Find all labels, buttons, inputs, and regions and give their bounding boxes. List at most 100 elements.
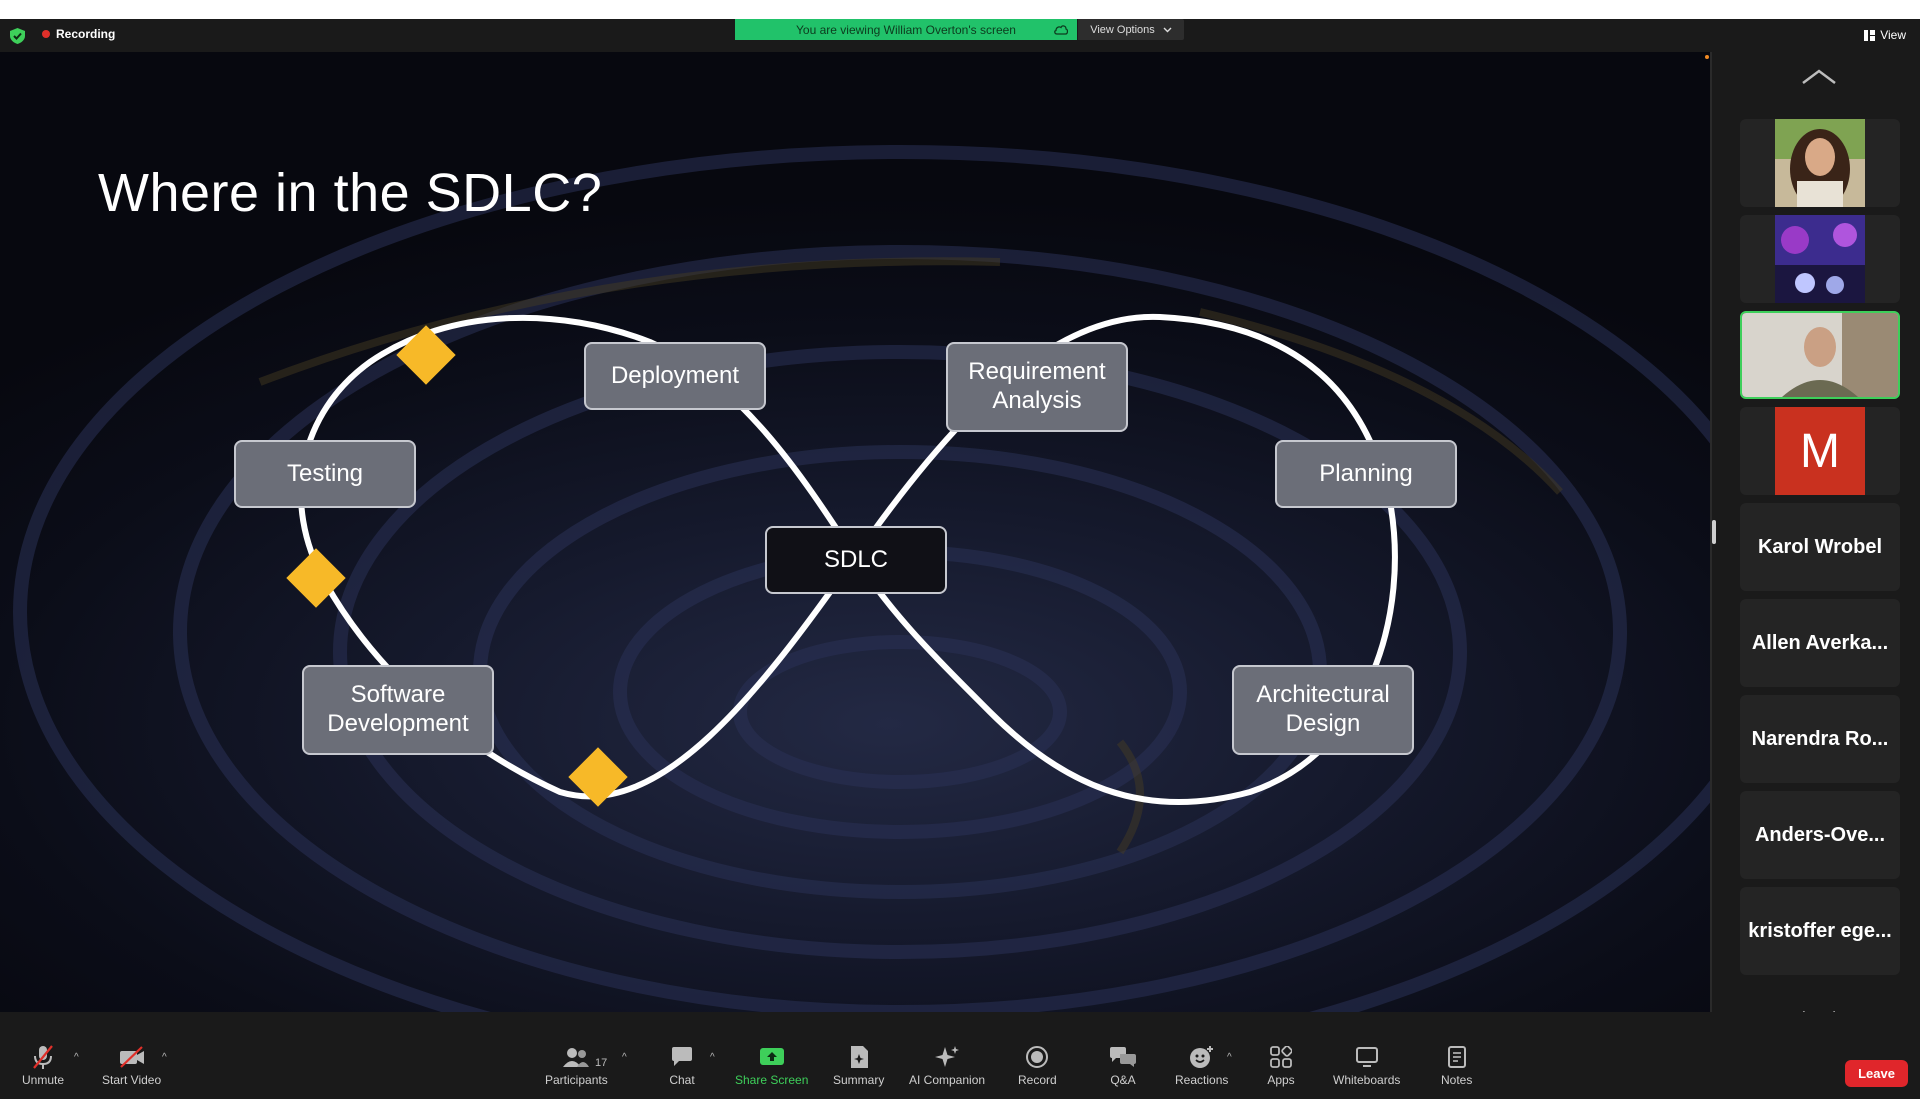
- participant-name: kristoffer ege...: [1748, 919, 1892, 942]
- record-icon: [1026, 1046, 1049, 1068]
- participant-tile[interactable]: Allen Averka...: [1740, 599, 1900, 687]
- viewing-screen-text: You are viewing William Overton's screen: [796, 22, 1016, 37]
- chat-bubble-icon: [672, 1047, 692, 1066]
- share-screen-icon: [759, 1048, 784, 1065]
- view-options-dropdown[interactable]: View Options: [1078, 19, 1184, 40]
- participants-options-caret[interactable]: ^: [622, 1052, 627, 1063]
- participants-icon: [563, 1048, 590, 1067]
- stage-software-line2: Development: [327, 710, 469, 737]
- reactions-emoji-icon: [1189, 1046, 1213, 1068]
- start-video-label: Start Video: [102, 1073, 162, 1087]
- apps-label: Apps: [1267, 1073, 1295, 1087]
- chat-options-caret[interactable]: ^: [710, 1052, 715, 1063]
- meeting-toolbar: Unmute ^ Start Video ^ Participants 17 ^: [0, 1012, 1920, 1099]
- recording-label: Recording: [56, 27, 116, 41]
- summary-label: Summary: [833, 1073, 885, 1087]
- notes-button[interactable]: Notes: [1441, 1044, 1472, 1087]
- stage-sdlc-center: SDLC: [765, 526, 947, 594]
- apps-grid-icon: [1270, 1046, 1292, 1068]
- participant-name: Anders-Ove...: [1754, 823, 1886, 846]
- cloud-icon: [1054, 25, 1069, 35]
- participant-video-woman: [1775, 119, 1865, 207]
- sdlc-center-label: SDLC: [823, 545, 889, 573]
- activity-dot: [1705, 55, 1709, 59]
- qa-label: Q&A: [1110, 1073, 1136, 1087]
- reactions-options-caret[interactable]: ^: [1227, 1052, 1232, 1063]
- video-options-caret[interactable]: ^: [162, 1052, 167, 1063]
- stage-requirement-line1: Requirement: [968, 358, 1106, 386]
- meeting-top-bar: Recording You are viewing William Overto…: [0, 19, 1920, 52]
- share-screen-button[interactable]: Share Screen: [735, 1044, 808, 1087]
- video-camera-off-icon: [119, 1046, 144, 1068]
- gallery-scroll-up-icon[interactable]: [1800, 68, 1838, 86]
- notes-label: Notes: [1441, 1073, 1473, 1087]
- summary-button[interactable]: Summary: [833, 1044, 884, 1087]
- apps-button[interactable]: Apps: [1267, 1044, 1295, 1087]
- ai-sparkle-icon: [935, 1046, 960, 1067]
- participant-tile[interactable]: Karol Wrobel: [1740, 503, 1900, 591]
- chevron-down-icon: [1163, 27, 1172, 32]
- participant-tile[interactable]: Anders-Ove...: [1740, 791, 1900, 879]
- reactions-label: Reactions: [1175, 1073, 1229, 1087]
- security-shield-icon[interactable]: [10, 28, 25, 44]
- participant-name: Narendra Ro...: [1751, 727, 1889, 750]
- stage-requirement-analysis: Requirement Analysis: [946, 342, 1128, 432]
- participant-tile[interactable]: kristoffer ege...: [1740, 887, 1900, 975]
- grid-view-icon: [1864, 29, 1876, 41]
- share-screen-label: Share Screen: [735, 1073, 809, 1087]
- unmute-button[interactable]: Unmute: [22, 1044, 64, 1087]
- participants-count: 17: [595, 1057, 608, 1069]
- notes-icon: [1447, 1046, 1466, 1068]
- viewing-screen-banner: You are viewing William Overton's screen: [735, 19, 1077, 40]
- qa-button[interactable]: Q&A: [1109, 1044, 1137, 1087]
- participant-video-man: [1742, 313, 1898, 397]
- stage-architectural-design: Architectural Design: [1232, 665, 1414, 755]
- participant-tile[interactable]: [1740, 215, 1900, 303]
- participants-label: Participants: [545, 1073, 608, 1087]
- summary-document-icon: [850, 1046, 868, 1068]
- qa-bubbles-icon: [1110, 1047, 1136, 1067]
- participant-name: Allen Averka...: [1751, 631, 1889, 654]
- stage-testing-label: Testing: [286, 459, 364, 487]
- stage-testing: Testing: [234, 440, 416, 508]
- shared-screen-area: Where in the SDLC? Deployment Requiremen…: [0, 52, 1710, 1012]
- recording-dot-icon: [42, 30, 50, 38]
- stage-software-development: Software Development: [302, 665, 494, 755]
- whiteboards-button[interactable]: Whiteboards: [1333, 1044, 1400, 1087]
- window-top-strip: [0, 0, 1920, 19]
- start-video-button[interactable]: Start Video: [102, 1044, 161, 1087]
- stage-software-line1: Software: [350, 681, 446, 709]
- audio-options-caret[interactable]: ^: [74, 1052, 79, 1063]
- view-layout-button[interactable]: View: [1864, 28, 1906, 42]
- stage-deployment-label: Deployment: [610, 361, 740, 389]
- record-button[interactable]: Record: [1018, 1044, 1057, 1087]
- stage-requirement-line2: Analysis: [992, 387, 1082, 414]
- stage-architectural-line2: Design: [1285, 710, 1361, 737]
- participant-tile[interactable]: Narendra Ro...: [1740, 695, 1900, 783]
- participant-tile[interactable]: [1740, 119, 1900, 207]
- leave-button[interactable]: Leave: [1845, 1060, 1908, 1087]
- unmute-label: Unmute: [22, 1073, 65, 1087]
- participant-tile[interactable]: M: [1740, 407, 1900, 495]
- microphone-muted-icon: [33, 1045, 53, 1069]
- participant-name: Karol Wrobel: [1757, 535, 1883, 558]
- view-options-label: View Options: [1090, 23, 1155, 36]
- record-label: Record: [1018, 1073, 1057, 1087]
- stage-planning-label: Planning: [1319, 459, 1413, 487]
- whiteboard-icon: [1355, 1047, 1378, 1067]
- chat-label: Chat: [669, 1073, 695, 1087]
- ai-companion-button[interactable]: AI Companion: [909, 1044, 985, 1087]
- gallery-resize-handle[interactable]: [1712, 520, 1716, 544]
- view-label: View: [1880, 28, 1906, 42]
- chat-button[interactable]: Chat: [668, 1044, 696, 1087]
- reactions-button[interactable]: Reactions: [1175, 1044, 1228, 1087]
- participant-video-stage: [1775, 215, 1865, 303]
- whiteboards-label: Whiteboards: [1333, 1073, 1401, 1087]
- participant-tile-active-speaker[interactable]: [1740, 311, 1900, 399]
- ai-companion-label: AI Companion: [909, 1073, 986, 1087]
- zoom-meeting-window: Recording You are viewing William Overto…: [0, 0, 1920, 1099]
- recording-indicator[interactable]: Recording: [42, 27, 115, 41]
- stage-deployment: Deployment: [584, 342, 766, 410]
- participant-avatar: M: [1775, 407, 1865, 495]
- stage-architectural-line1: Architectural: [1256, 681, 1390, 709]
